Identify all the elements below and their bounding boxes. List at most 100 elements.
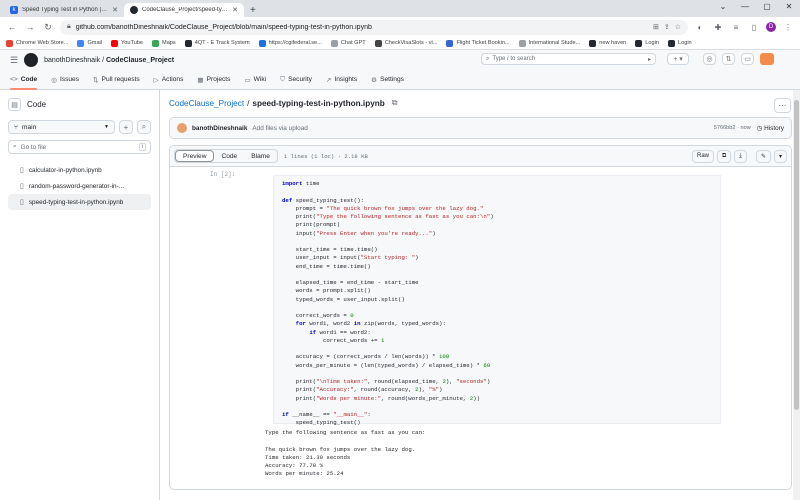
owner-link[interactable]: banothDineshnaik bbox=[44, 57, 100, 64]
install-icon[interactable]: ⊞ bbox=[653, 23, 659, 31]
tab-blame[interactable]: Blame bbox=[244, 150, 277, 162]
file-header: Preview Code Blame 1 lines (1 loc) · 2.1… bbox=[170, 146, 791, 167]
command-palette-icon[interactable]: ▸ bbox=[648, 56, 651, 63]
branch-selector[interactable]: ⑂ main ▼ bbox=[8, 120, 115, 134]
commit-message[interactable]: Add files via upload bbox=[252, 125, 307, 132]
create-new-button[interactable]: + ▾ bbox=[667, 53, 689, 65]
bookmark-item[interactable]: Maps bbox=[152, 39, 176, 47]
new-tab-button[interactable]: + bbox=[244, 3, 262, 17]
maximize-icon[interactable]: ▢ bbox=[756, 0, 778, 11]
scrollbar-thumb[interactable] bbox=[794, 100, 799, 410]
browser-tab-1[interactable]: k Speed Typing Test in Python | Ka ✕ bbox=[4, 3, 124, 17]
bookmark-item[interactable]: CheckVisaSlots - vi... bbox=[374, 39, 437, 47]
forward-icon[interactable]: → bbox=[24, 22, 36, 32]
extension-icon[interactable]: ◐ bbox=[694, 23, 706, 32]
inbox-icon[interactable]: ▭ bbox=[741, 53, 754, 65]
bookmark-item[interactable]: Login bbox=[635, 39, 659, 47]
file-view: CodeClause_Project / speed-typing-test-i… bbox=[160, 90, 800, 500]
sidebar-header: ▤ Code bbox=[8, 98, 151, 111]
bookmark-item[interactable]: Chat GPT bbox=[330, 39, 366, 47]
edit-dropdown-icon[interactable]: ▾ bbox=[773, 149, 787, 163]
address-bar[interactable]: 🔒︎ github.com/banothDineshnaik/CodeClaus… bbox=[60, 19, 688, 35]
profile-avatar[interactable]: D bbox=[766, 22, 776, 32]
tab-wiki[interactable]: ▭ Wiki bbox=[244, 70, 266, 90]
bookmark-label: Flight Ticket Bookin... bbox=[456, 40, 510, 46]
hamburger-menu-icon[interactable]: ☰ bbox=[10, 55, 18, 66]
close-window-icon[interactable]: ✕ bbox=[778, 0, 800, 11]
raw-button[interactable]: Raw bbox=[691, 149, 714, 163]
bookmark-label: International Stude... bbox=[528, 40, 581, 46]
close-tab-icon[interactable]: ✕ bbox=[112, 6, 118, 14]
search-input[interactable]: ⌕ Type / to search ▸ bbox=[481, 53, 656, 65]
tab-insights[interactable]: ↗ Insights bbox=[326, 70, 357, 90]
copy-path-icon[interactable]: ⧉ bbox=[392, 98, 398, 108]
file-tree-item[interactable]: ▯ calculator-in-python.ipynb bbox=[8, 162, 151, 178]
menu-list-icon[interactable]: ≡ bbox=[730, 23, 742, 32]
more-vertical-icon[interactable]: ⋮ bbox=[782, 23, 794, 32]
k-favicon-icon: k bbox=[10, 6, 18, 14]
tab-issues[interactable]: ◎ Issues bbox=[51, 70, 79, 90]
download-icon[interactable]: ⤓ bbox=[734, 149, 747, 163]
commit-author[interactable]: banothDineshnaik bbox=[192, 125, 247, 132]
chevron-down-icon[interactable]: ⌄ bbox=[712, 0, 734, 11]
file-tree-label: random-password-generator-in-... bbox=[28, 182, 125, 190]
tab-code[interactable]: Code bbox=[214, 150, 244, 162]
tab-projects[interactable]: ▦ Projects bbox=[197, 70, 230, 90]
add-file-button[interactable]: + bbox=[119, 120, 133, 134]
commit-meta[interactable]: 5766bb2 · now bbox=[714, 125, 751, 131]
bookmark-item[interactable]: YouTube bbox=[111, 39, 143, 47]
lock-icon[interactable]: 🔒︎ bbox=[67, 23, 71, 31]
bookmark-item[interactable]: https://cgifederal.se... bbox=[258, 39, 322, 47]
more-options-button[interactable]: ⋯ bbox=[774, 98, 791, 113]
user-avatar[interactable] bbox=[760, 53, 774, 65]
bookmark-item[interactable]: Chrome Web Store... bbox=[6, 39, 68, 47]
collapse-sidebar-icon[interactable]: ▤ bbox=[8, 98, 21, 111]
output-line: Words per minute: 25.24 bbox=[265, 470, 344, 478]
history-button[interactable]: ◷ History bbox=[757, 124, 784, 132]
bookmark-star-icon[interactable]: ☆ bbox=[675, 23, 681, 31]
puzzle-icon[interactable]: ✚ bbox=[712, 23, 724, 32]
issues-icon[interactable]: ◎ bbox=[703, 53, 716, 65]
tab-settings[interactable]: ⚙ Settings bbox=[371, 70, 404, 90]
back-icon[interactable]: ← bbox=[6, 22, 18, 32]
page-scrollbar[interactable] bbox=[793, 90, 800, 500]
bookmark-item[interactable]: new haven bbox=[589, 39, 627, 47]
file-tree-item[interactable]: ▯ speed-typing-test-in-python.ipynb bbox=[8, 194, 151, 210]
code-cell: import time def speed_typing_test(): pro… bbox=[273, 175, 721, 426]
browser-tab-2[interactable]: CodeClause_Project/speed-typin ✕ bbox=[124, 3, 244, 17]
url-text: github.com/banothDineshnaik/CodeClause_P… bbox=[75, 23, 372, 31]
bookmark-item[interactable]: Gmail bbox=[77, 39, 102, 47]
nav-icon: ▷ bbox=[153, 76, 159, 84]
github-logo-icon[interactable] bbox=[24, 53, 39, 67]
bookmark-favicon-icon bbox=[518, 39, 526, 47]
reload-icon[interactable]: ↻ bbox=[42, 22, 54, 33]
tab-actions[interactable]: ▷ Actions bbox=[154, 70, 184, 90]
nav-icon: ⇅ bbox=[93, 76, 99, 84]
repo-root-link[interactable]: CodeClause_Project bbox=[169, 99, 244, 108]
nav-label: Wiki bbox=[253, 76, 267, 83]
bookmark-item[interactable]: Login bbox=[667, 39, 692, 47]
bookmark-item[interactable]: Flight Ticket Bookin... bbox=[446, 39, 510, 47]
bookmark-favicon-icon bbox=[77, 39, 85, 47]
edit-pencil-icon[interactable]: ✎ bbox=[755, 149, 771, 163]
close-tab-icon[interactable]: ✕ bbox=[232, 6, 238, 14]
tab-pull-requests[interactable]: ⇅ Pull requests bbox=[93, 70, 140, 90]
commit-author-avatar[interactable] bbox=[177, 123, 187, 133]
copy-icon[interactable]: ⧉ bbox=[717, 149, 732, 163]
tab-code[interactable]: <> Code bbox=[10, 70, 38, 90]
bookmark-item[interactable]: 4QT - E Track System bbox=[184, 39, 250, 47]
repo-link[interactable]: CodeClause_Project bbox=[106, 57, 174, 64]
bookmark-label: new haven bbox=[599, 40, 627, 46]
pull-requests-icon[interactable]: ⇅ bbox=[722, 53, 735, 65]
nav-icon: <> bbox=[10, 76, 18, 83]
minimize-icon[interactable]: — bbox=[734, 0, 756, 11]
share-icon[interactable]: ⇪ bbox=[664, 23, 670, 31]
tab-security[interactable]: ⛉ Security bbox=[280, 70, 312, 90]
bookmark-item[interactable]: International Stude... bbox=[518, 39, 581, 47]
tab-preview[interactable]: Preview bbox=[175, 150, 215, 162]
search-files-button[interactable]: ⌕ bbox=[137, 120, 151, 134]
side-panel-icon[interactable]: ▯ bbox=[748, 23, 760, 32]
goto-file-input[interactable]: ⌕ Go to file t bbox=[8, 140, 151, 154]
file-tree-item[interactable]: ▯ random-password-generator-in-... bbox=[8, 178, 151, 194]
sidebar-title: Code bbox=[27, 100, 47, 109]
